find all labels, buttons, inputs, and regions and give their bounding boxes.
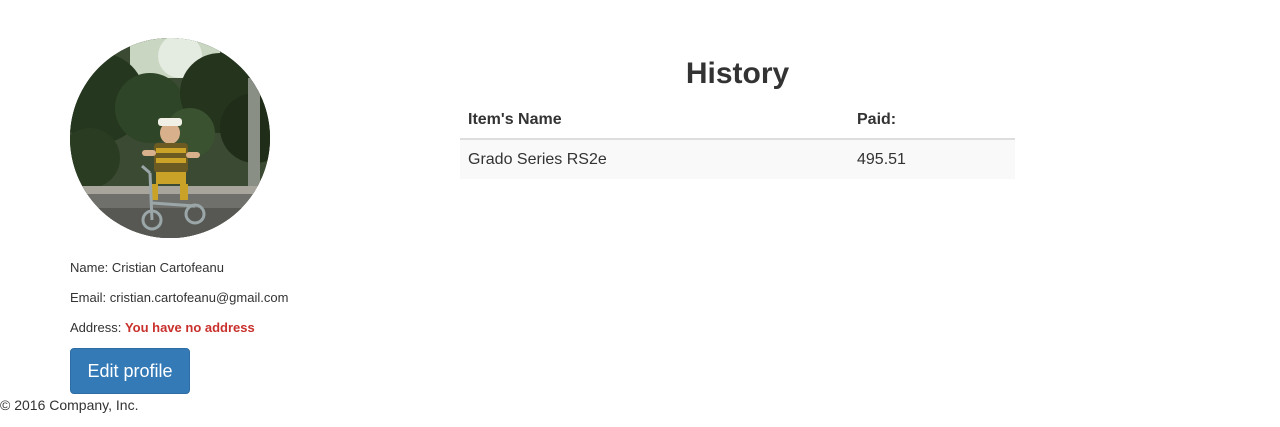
profile-name: Name: Cristian Cartofeanu: [70, 259, 224, 277]
profile-page: Name: Cristian Cartofeanu Email: cristia…: [0, 0, 1280, 427]
paid-cell: 495.51: [849, 139, 1015, 179]
history-header-row: Item's Name Paid:: [460, 100, 1015, 140]
table-row: Grado Series RS2e 495.51: [460, 139, 1015, 179]
footer-copyright: © 2016 Company, Inc.: [0, 397, 139, 413]
column-header-item-name: Item's Name: [460, 100, 849, 140]
history-title: History: [685, 57, 790, 90]
history-table: Item's Name Paid: Grado Series RS2e 495.…: [460, 100, 1015, 179]
email-value: cristian.cartofeanu@gmail.com: [109, 290, 289, 305]
name-label: Name:: [70, 260, 109, 275]
profile-address: Address: You have no address: [70, 319, 255, 337]
profile-email: Email: cristian.cartofeanu@gmail.com: [70, 289, 288, 307]
email-label: Email:: [70, 290, 107, 305]
edit-profile-button[interactable]: Edit profile: [70, 348, 190, 394]
name-value: Cristian Cartofeanu: [111, 260, 224, 275]
address-label: Address:: [70, 320, 122, 335]
avatar-photo: [70, 38, 270, 238]
address-warning: You have no address: [124, 320, 255, 335]
item-name-cell: Grado Series RS2e: [460, 139, 849, 179]
avatar: [70, 38, 270, 238]
column-header-paid: Paid:: [849, 100, 1015, 140]
